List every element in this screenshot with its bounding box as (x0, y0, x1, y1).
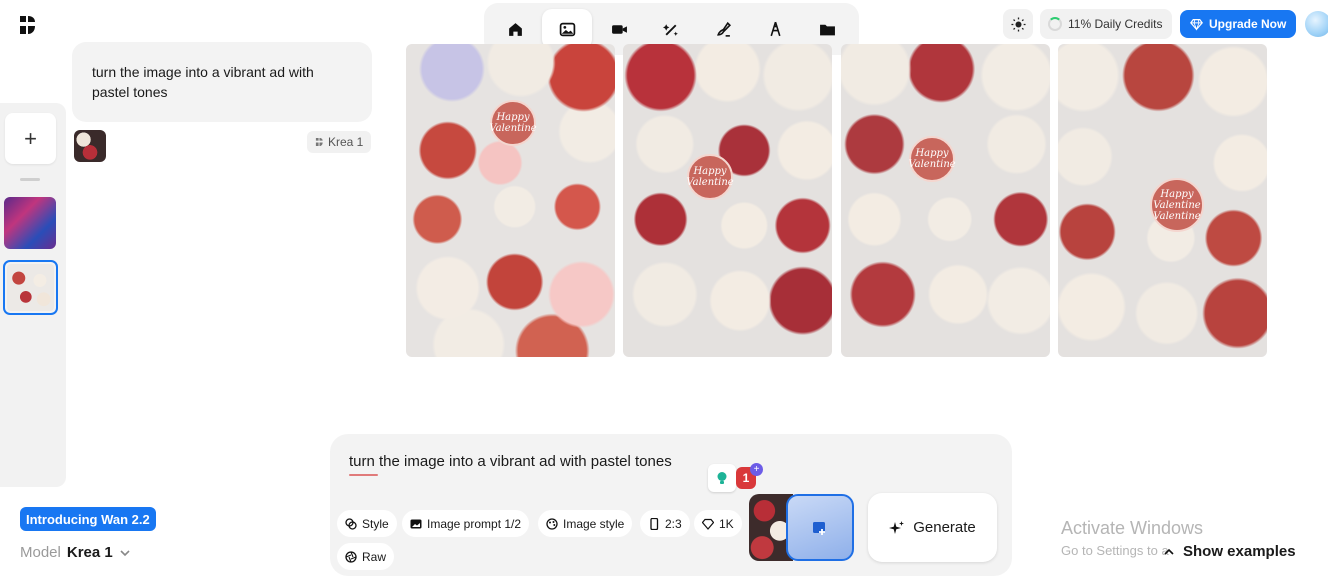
folder-icon (819, 24, 835, 35)
user-prompt-bubble: turn the image into a vibrant ad with pa… (72, 42, 372, 122)
lightbulb-icon[interactable] (708, 464, 736, 492)
resolution-label: 1K (719, 516, 734, 531)
windows-activation-subtitle: Go to Settings to a (1061, 543, 1169, 558)
prompt-panel: turn the image into a vibrant ad with pa… (330, 434, 1012, 576)
diamond-icon (702, 518, 714, 530)
spellcheck-underline (349, 474, 378, 476)
user-avatar[interactable] (1305, 11, 1328, 37)
tool-image[interactable] (542, 9, 592, 49)
cake-topper-text: Happy Valentine (686, 154, 734, 200)
windows-activation-title: Activate Windows (1061, 518, 1204, 538)
image-prompt-button[interactable]: Image prompt 1/2 (402, 510, 530, 537)
portrait-frame-icon (650, 517, 659, 530)
resolution-button[interactable]: 1K (694, 510, 742, 537)
generated-image[interactable]: Happy Valentine (841, 44, 1050, 357)
generate-button[interactable]: Generate (868, 493, 997, 562)
reference-thumbnail[interactable] (74, 130, 106, 162)
generated-image[interactable]: Happy Valentine Valentine (1058, 44, 1267, 357)
video-icon (611, 24, 627, 34)
image-icon (410, 519, 422, 528)
image-icon (559, 22, 575, 36)
show-examples-label: Show examples (1183, 543, 1296, 560)
chevron-down-icon (120, 549, 130, 556)
tool-enhance[interactable] (646, 9, 696, 49)
aspect-ratio-label: 2:3 (665, 516, 682, 531)
tool-assets[interactable] (802, 9, 852, 49)
image-style-button[interactable]: Image style (538, 510, 633, 537)
add-image-prompt-button[interactable] (786, 494, 854, 561)
credits-progress-icon (1048, 17, 1062, 31)
cake-topper-text: Happy Valentine (908, 136, 956, 182)
announcement-badge[interactable]: Introducing Wan 2.2 (20, 507, 156, 531)
style-button[interactable]: Style (337, 510, 397, 537)
tool-home[interactable] (490, 9, 540, 49)
edit-brush-icon (716, 21, 731, 37)
style-label: Style (362, 516, 389, 531)
sparkle-icon (889, 520, 905, 534)
krea-logo-icon (20, 16, 35, 34)
home-icon (508, 22, 522, 36)
chevron-up-icon (1164, 548, 1174, 555)
cake-topper-text: Happy Valentine (489, 100, 537, 146)
daily-credits[interactable]: 11% Daily Credits (1040, 9, 1173, 39)
generated-image[interactable]: Happy Valentine (623, 44, 832, 357)
generated-image[interactable]: Happy Valentine (406, 44, 615, 357)
model-chip-label: Krea 1 (328, 135, 364, 149)
diamond-icon (1190, 18, 1203, 31)
show-examples-button[interactable]: Show examples (1163, 543, 1296, 560)
plus-icon: + (24, 125, 37, 151)
model-chip: Krea 1 (307, 131, 372, 153)
raw-label: Raw (362, 549, 387, 564)
credits-label: 11% Daily Credits (1068, 17, 1163, 31)
add-image-icon (813, 521, 825, 535)
text-pen-icon (769, 21, 781, 36)
image-style-label: Image style (563, 516, 625, 531)
upgrade-button[interactable]: Upgrade Now (1180, 10, 1297, 38)
generate-label: Generate (913, 519, 976, 536)
model-key: Model (20, 544, 61, 561)
thumbnail-image (7, 264, 54, 311)
user-prompt-text: turn the image into a vibrant ad with pa… (92, 64, 314, 100)
enhance-wand-icon (662, 23, 678, 36)
history-thumbnail-selected[interactable] (3, 260, 58, 315)
model-selector[interactable]: Model Krea 1 (20, 544, 131, 561)
add-badge-icon[interactable]: + (750, 463, 763, 476)
cake-topper-text: Happy Valentine Valentine (1150, 178, 1204, 232)
upgrade-label: Upgrade Now (1209, 17, 1287, 31)
prompt-input[interactable]: turn the image into a vibrant ad with pa… (349, 453, 672, 470)
tool-edit[interactable] (698, 9, 748, 49)
krea-logo[interactable] (18, 14, 38, 36)
raw-button[interactable]: Raw (337, 543, 395, 570)
krea-logo-icon (315, 137, 323, 147)
palette-icon (546, 517, 558, 530)
new-session-button[interactable]: + (5, 113, 56, 164)
tool-video[interactable] (594, 9, 644, 49)
theme-toggle-button[interactable] (1003, 9, 1033, 39)
rail-divider (20, 178, 40, 181)
image-prompt-label: Image prompt 1/2 (427, 516, 522, 531)
tool-text[interactable] (750, 9, 800, 49)
aperture-icon (345, 550, 357, 563)
sun-icon (1010, 16, 1026, 32)
model-value: Krea 1 (66, 544, 113, 561)
aspect-ratio-button[interactable]: 2:3 (640, 510, 690, 537)
style-icon (345, 517, 357, 530)
history-thumbnail[interactable] (4, 197, 56, 249)
